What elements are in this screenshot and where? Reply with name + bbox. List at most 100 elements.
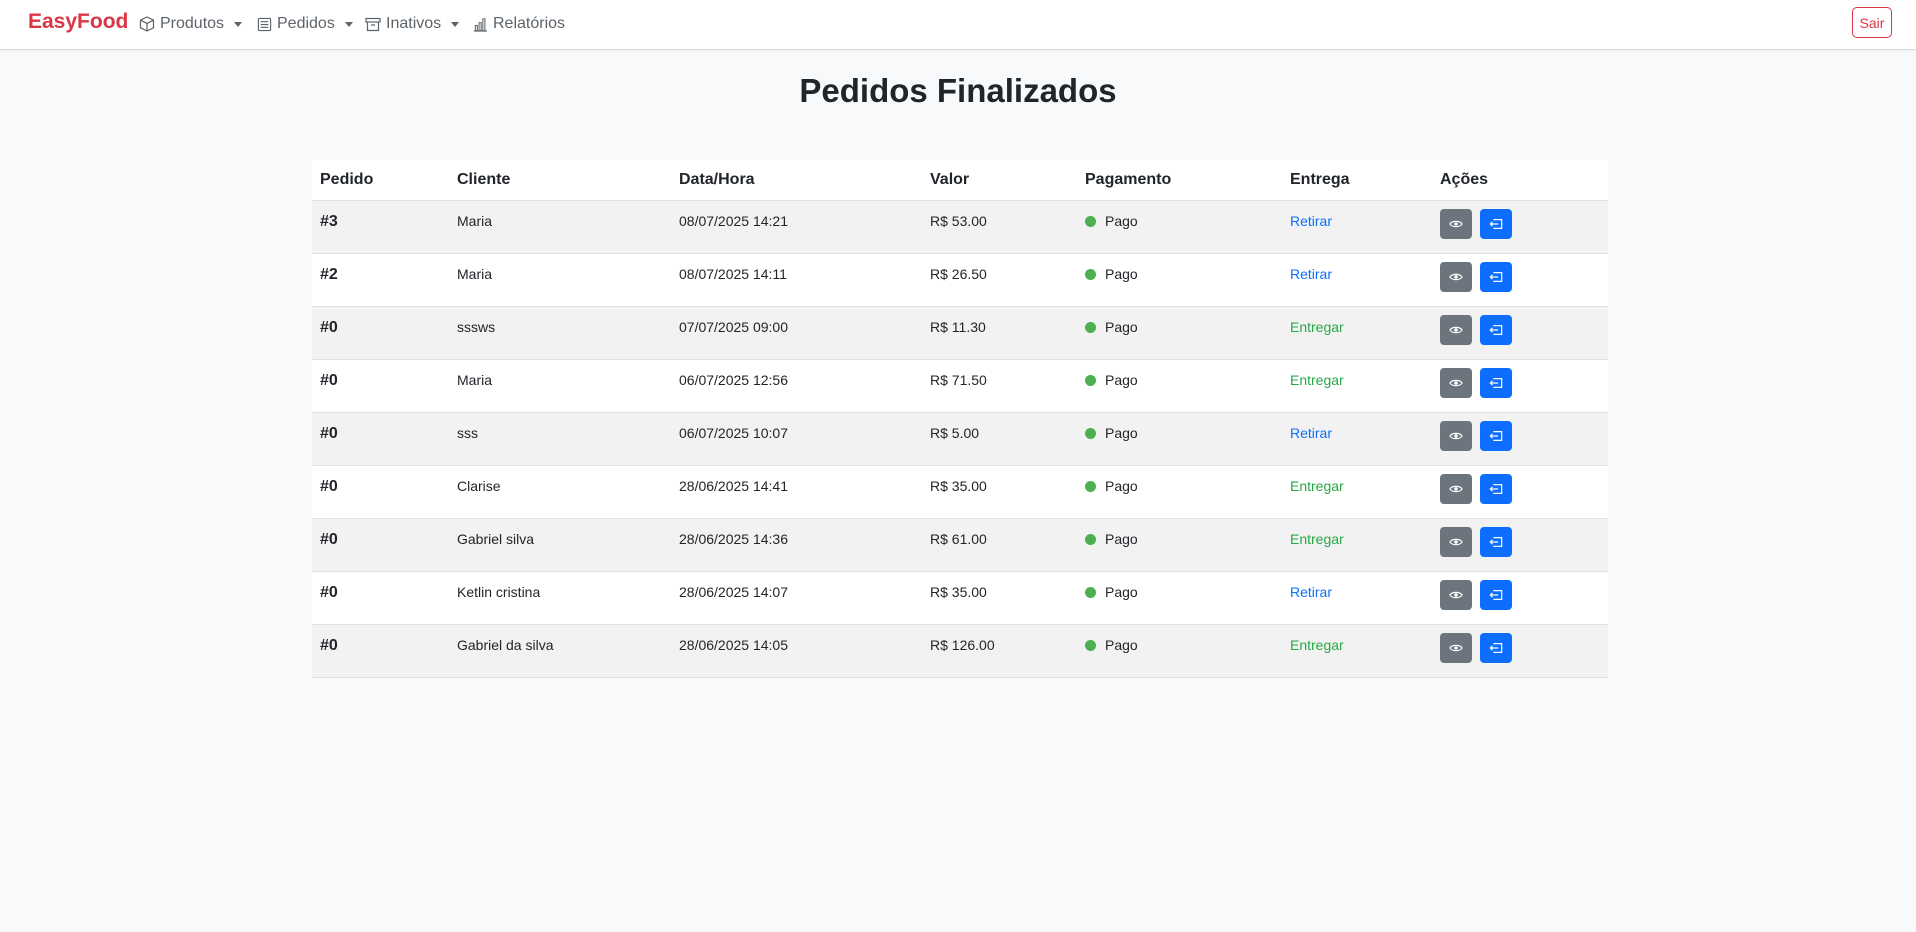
payment-status: Pago — [1105, 425, 1138, 441]
order-value: R$ 126.00 — [922, 624, 1077, 678]
status-dot-icon — [1085, 428, 1096, 439]
bar-chart-icon — [473, 17, 488, 32]
reopen-order-button[interactable] — [1480, 421, 1512, 451]
order-value: R$ 35.00 — [922, 571, 1077, 625]
order-value: R$ 53.00 — [922, 200, 1077, 254]
payment-status: Pago — [1105, 584, 1138, 600]
row-actions — [1440, 262, 1600, 292]
view-order-button[interactable] — [1440, 315, 1472, 345]
reopen-order-button[interactable] — [1480, 315, 1512, 345]
eye-icon — [1449, 484, 1463, 494]
nav-produtos-label: Produtos — [160, 15, 225, 32]
header-entrega: Entrega — [1282, 160, 1432, 201]
customer-name: Maria — [449, 200, 671, 254]
customer-name: sss — [449, 412, 671, 466]
payment-status: Pago — [1105, 531, 1138, 547]
nav-pedidos[interactable]: Pedidos — [257, 12, 353, 36]
reopen-order-button[interactable] — [1480, 209, 1512, 239]
reopen-order-button[interactable] — [1480, 368, 1512, 398]
orders-table-body: #3 Maria 08/07/2025 14:21 R$ 53.00 Pago Retir… — [312, 200, 1608, 678]
customer-name: Gabriel silva — [449, 518, 671, 572]
table-header-row: Pedido Cliente Data/Hora Valor Pagamento… — [312, 160, 1608, 201]
table-row: #0 Gabriel da silva 28/06/2025 14:05 R$ 126… — [312, 624, 1608, 678]
header-pedido: Pedido — [312, 160, 449, 201]
customer-name: Maria — [449, 359, 671, 413]
reopen-order-button[interactable] — [1480, 527, 1512, 557]
view-order-button[interactable] — [1440, 527, 1472, 557]
logout-button[interactable]: Sair — [1852, 7, 1892, 38]
table-row: #0 sssws 07/07/2025 09:00 R$ 11.30 Pago Entre… — [312, 306, 1608, 360]
reopen-order-button[interactable] — [1480, 262, 1512, 292]
order-id: #3 — [320, 213, 338, 230]
view-order-button[interactable] — [1440, 262, 1472, 292]
order-datetime: 28/06/2025 14:41 — [671, 465, 922, 519]
nav-pedidos-label: Pedidos — [277, 15, 335, 32]
delivery-type: Retirar — [1290, 213, 1333, 229]
view-order-button[interactable] — [1440, 474, 1472, 504]
status-dot-icon — [1085, 375, 1096, 386]
status-dot-icon — [1085, 216, 1096, 227]
box-arrow-in-left-icon — [1489, 430, 1503, 442]
order-value: R$ 71.50 — [922, 359, 1077, 413]
header-cliente: Cliente — [449, 160, 671, 201]
header-acoes: Ações — [1432, 160, 1608, 201]
reopen-order-button[interactable] — [1480, 633, 1512, 663]
nav-relatorios-label: Relatórios — [493, 15, 566, 32]
eye-icon — [1449, 219, 1463, 229]
box-arrow-in-left-icon — [1489, 536, 1503, 548]
table-row: #0 Clarise 28/06/2025 14:41 R$ 35.00 Pago Ent… — [312, 465, 1608, 519]
order-value: R$ 26.50 — [922, 253, 1077, 307]
order-datetime: 28/06/2025 14:07 — [671, 571, 922, 625]
delivery-type: Entregar — [1290, 637, 1344, 653]
payment-status: Pago — [1105, 213, 1138, 229]
eye-icon — [1449, 537, 1463, 547]
eye-icon — [1449, 272, 1463, 282]
customer-name: Clarise — [449, 465, 671, 519]
payment-status: Pago — [1105, 266, 1138, 282]
nav-relatorios[interactable]: Relatórios — [473, 12, 565, 36]
header-pagamento: Pagamento — [1077, 160, 1282, 201]
table-row: #0 Maria 06/07/2025 12:56 R$ 71.50 Pago Entre… — [312, 359, 1608, 413]
order-id: #0 — [320, 637, 338, 654]
status-dot-icon — [1085, 534, 1096, 545]
row-actions — [1440, 315, 1600, 345]
order-id: #2 — [320, 266, 338, 283]
reopen-order-button[interactable] — [1480, 580, 1512, 610]
view-order-button[interactable] — [1440, 633, 1472, 663]
chevron-down-icon — [344, 21, 353, 27]
delivery-type: Entregar — [1290, 319, 1344, 335]
delivery-type: Retirar — [1290, 425, 1333, 441]
view-order-button[interactable] — [1440, 580, 1472, 610]
table-row: #2 Maria 08/07/2025 14:11 R$ 26.50 Pago Retir… — [312, 253, 1608, 307]
header-data-hora: Data/Hora — [671, 160, 922, 201]
box-arrow-in-left-icon — [1489, 589, 1503, 601]
view-order-button[interactable] — [1440, 421, 1472, 451]
table-row: #3 Maria 08/07/2025 14:21 R$ 53.00 Pago Retir… — [312, 200, 1608, 254]
row-actions — [1440, 633, 1600, 663]
status-dot-icon — [1085, 640, 1096, 651]
row-actions — [1440, 527, 1600, 557]
customer-name: sssws — [449, 306, 671, 360]
brand-logo[interactable]: EasyFood — [28, 10, 128, 34]
orders-table: Pedido Cliente Data/Hora Valor Pagamento… — [312, 160, 1608, 678]
payment-status: Pago — [1105, 637, 1138, 653]
order-datetime: 28/06/2025 14:36 — [671, 518, 922, 572]
customer-name: Ketlin cristina — [449, 571, 671, 625]
row-actions — [1440, 209, 1600, 239]
view-order-button[interactable] — [1440, 209, 1472, 239]
order-id: #0 — [320, 584, 338, 601]
box-arrow-in-left-icon — [1489, 483, 1503, 495]
delivery-type: Entregar — [1290, 372, 1344, 388]
nav-inativos-label: Inativos — [386, 15, 442, 32]
order-value: R$ 11.30 — [922, 306, 1077, 360]
order-id: #0 — [320, 425, 338, 442]
page-title: Pedidos Finalizados — [799, 72, 1117, 109]
payment-status: Pago — [1105, 372, 1138, 388]
box-arrow-in-left-icon — [1489, 218, 1503, 230]
delivery-type: Entregar — [1290, 531, 1344, 547]
reopen-order-button[interactable] — [1480, 474, 1512, 504]
nav-produtos[interactable]: Produtos — [139, 12, 243, 36]
customer-name: Maria — [449, 253, 671, 307]
nav-inativos[interactable]: Inativos — [365, 12, 460, 36]
view-order-button[interactable] — [1440, 368, 1472, 398]
